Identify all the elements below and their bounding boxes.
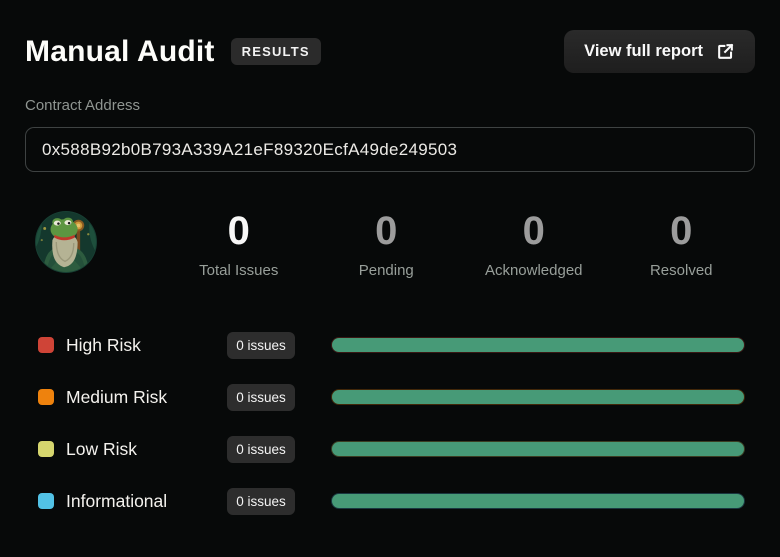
stat-label: Resolved [649, 262, 713, 279]
issue-count-badge: 0 issues [227, 487, 295, 515]
high-risk-progress-bar [332, 338, 744, 352]
stat-value: 0 [670, 209, 693, 253]
stat-label: Pending [358, 262, 414, 279]
contract-address-input[interactable] [25, 127, 755, 172]
stats-grid: 0 Total Issues 0 Pending 0 Acknowledged … [165, 211, 755, 279]
stat-total-issues: 0 Total Issues [165, 211, 313, 279]
informational-swatch [38, 493, 54, 509]
stats-row: 0 Total Issues 0 Pending 0 Acknowledged … [25, 211, 755, 279]
stat-pending: 0 Pending [313, 211, 461, 279]
stat-label: Acknowledged [484, 262, 583, 279]
medium-risk-swatch [38, 389, 54, 405]
stat-label: Total Issues [199, 262, 279, 279]
risk-row-informational: Informational 0 issues [25, 475, 755, 527]
page-title: Manual Audit [25, 34, 215, 68]
low-risk-progress-bar [332, 442, 744, 456]
stat-resolved: 0 Resolved [608, 211, 756, 279]
audit-panel: Manual Audit RESULTS View full report Co… [0, 0, 780, 557]
frog-wizard-avatar [35, 211, 97, 273]
issue-count-badge: 0 issues [227, 435, 295, 463]
risk-label: Informational [66, 490, 168, 511]
risk-label: High Risk [66, 334, 141, 355]
stat-value: 0 [227, 209, 250, 253]
risk-row-high: High Risk 0 issues [25, 319, 755, 371]
informational-progress-bar [332, 494, 744, 508]
issue-count-badge: 0 issues [227, 331, 295, 359]
risk-row-medium: Medium Risk 0 issues [25, 371, 755, 423]
issue-count-badge: 0 issues [227, 383, 295, 411]
high-risk-swatch [38, 337, 54, 353]
view-full-report-label: View full report [584, 42, 703, 60]
risk-label: Low Risk [66, 438, 137, 459]
medium-risk-progress-bar [332, 390, 744, 404]
results-badge: RESULTS [230, 38, 321, 65]
stat-value: 0 [375, 209, 398, 253]
stat-acknowledged: 0 Acknowledged [460, 211, 608, 279]
low-risk-swatch [38, 441, 54, 457]
risk-label: Medium Risk [66, 386, 168, 407]
risk-section: High Risk 0 issues Medium Risk 0 issues … [25, 319, 755, 527]
risk-row-low: Low Risk 0 issues [25, 423, 755, 475]
external-link-icon [716, 42, 735, 61]
view-full-report-button[interactable]: View full report [564, 30, 755, 73]
stat-value: 0 [522, 209, 545, 253]
contract-address-label: Contract Address [25, 97, 141, 114]
header: Manual Audit RESULTS View full report [25, 30, 755, 73]
